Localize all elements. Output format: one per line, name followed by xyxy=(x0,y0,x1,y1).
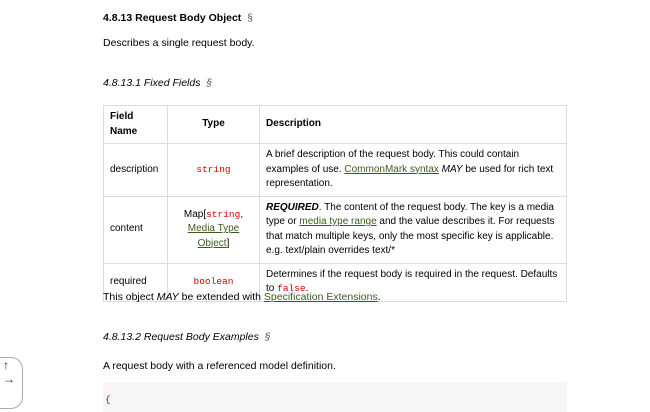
description-cell: A brief description of the request body.… xyxy=(259,143,567,197)
extension-text: This object xyxy=(103,291,157,303)
fixed-fields-anchor-link[interactable]: § xyxy=(206,78,212,89)
type-code: boolean xyxy=(193,275,234,287)
fixed-fields-title: 4.8.13.1 Fixed Fields xyxy=(103,77,201,89)
section-title: 4.8.13 Request Body Object xyxy=(103,12,242,24)
description-cell: REQUIRED. The content of the request bod… xyxy=(259,195,567,264)
fixed-fields-heading: 4.8.13.1 Fixed Fields § xyxy=(103,77,212,89)
type-cell: Map[string, Media Type Object] xyxy=(167,195,260,264)
type-cell: string xyxy=(167,143,260,197)
table-header-row: Field Name Type Description xyxy=(103,105,567,144)
examples-title: 4.8.13.2 Request Body Examples xyxy=(103,331,259,343)
commonmark-link[interactable]: CommonMark syntax xyxy=(344,164,438,175)
header-description: Description xyxy=(259,105,567,144)
field-cell: content xyxy=(103,195,168,264)
examples-heading: 4.8.13.2 Request Body Examples § xyxy=(103,331,270,343)
field-cell: description xyxy=(103,143,168,197)
example-description: A request body with a referenced model d… xyxy=(103,360,336,372)
may-keyword: MAY xyxy=(441,163,463,175)
examples-anchor-link[interactable]: § xyxy=(265,332,271,343)
table-row: description string A brief description o… xyxy=(103,143,567,197)
section-anchor-link[interactable]: § xyxy=(247,13,253,24)
extension-text: be extended with xyxy=(178,291,264,303)
section-heading: 4.8.13 Request Body Object § xyxy=(103,12,253,24)
type-text: , xyxy=(240,208,244,220)
type-code: string xyxy=(196,163,231,175)
fixed-fields-table: Field Name Type Description description … xyxy=(103,105,567,302)
header-type: Type xyxy=(167,105,260,144)
may-keyword: MAY xyxy=(156,291,179,303)
media-type-range-link[interactable]: media type range xyxy=(299,216,376,227)
table-row: content Map[string, Media Type Object] R… xyxy=(103,195,567,264)
media-type-object-link[interactable]: Media Type Object xyxy=(188,223,240,249)
code-block: { xyxy=(103,382,567,412)
required-keyword: REQUIRED xyxy=(266,201,319,213)
specification-extensions-link[interactable]: Specification Extensions xyxy=(264,291,378,303)
type-text: Map[ xyxy=(183,208,207,220)
type-text: ] xyxy=(226,237,230,249)
intro-text: Describes a single request body. xyxy=(103,37,255,49)
arrow-right-icon[interactable]: → xyxy=(3,372,22,386)
arrow-up-icon[interactable]: ↑ xyxy=(3,358,22,372)
header-field-name: Field Name xyxy=(103,105,168,144)
extension-text: . xyxy=(377,291,381,303)
code-text: { xyxy=(105,394,111,405)
extension-note: This object MAY be extended with Specifi… xyxy=(103,291,381,303)
type-code: string xyxy=(206,208,241,220)
side-navigation-widget[interactable]: ↑ → xyxy=(0,357,23,409)
